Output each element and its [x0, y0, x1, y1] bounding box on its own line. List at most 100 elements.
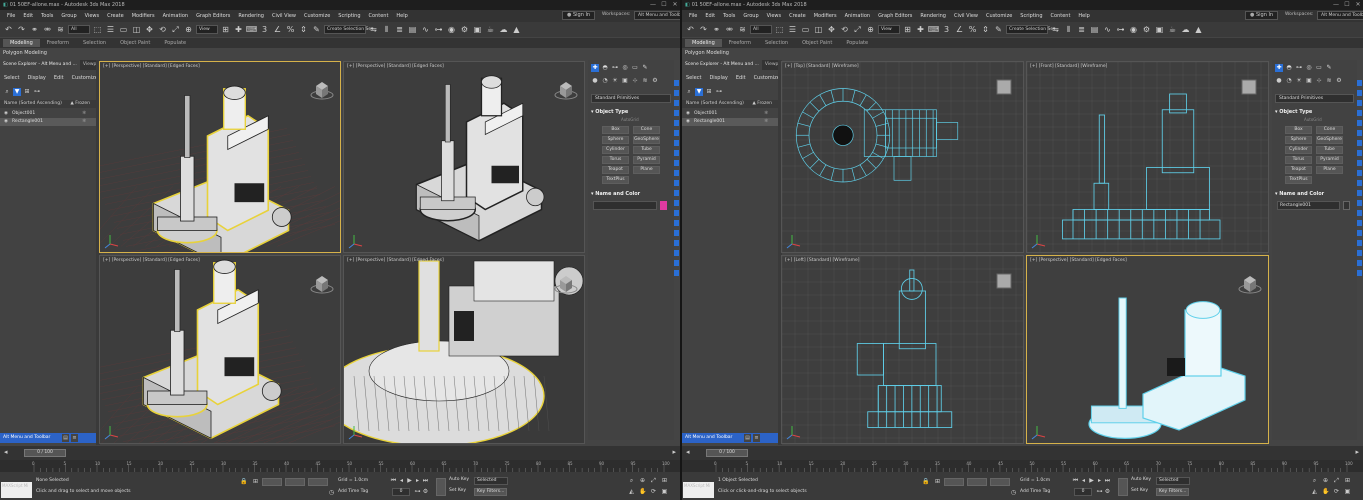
menu-graph-editors[interactable]: Graph Editors: [874, 13, 916, 19]
viewport-label[interactable]: [+] [Left] [Standard] [Wireframe]: [785, 258, 860, 263]
hierarchy-icon[interactable]: ⊶: [33, 88, 41, 96]
selection-filter-dropdown[interactable]: All: [750, 25, 772, 34]
time-slider-thumb[interactable]: 0 / 100: [706, 449, 748, 457]
snap-3d-icon[interactable]: 3: [941, 24, 952, 35]
name-and-color-rollout[interactable]: ▾ Name and Color: [591, 190, 640, 198]
explorer-list-icon[interactable]: ▤: [744, 434, 751, 442]
create-box-button[interactable]: Box: [602, 126, 629, 134]
helpers-icon[interactable]: ⊹: [631, 77, 639, 85]
y-coord-field[interactable]: [967, 478, 987, 486]
menu-tools[interactable]: Tools: [37, 13, 57, 19]
viewcube[interactable]: [996, 79, 1012, 95]
create-tab-icon[interactable]: ✚: [1275, 64, 1283, 72]
next-frame-icon[interactable]: ▸: [414, 477, 421, 484]
add-time-tag-label[interactable]: Add Time Tag: [1020, 489, 1050, 494]
create-plane-button[interactable]: Plane: [1316, 166, 1343, 174]
go-end-icon[interactable]: ⏭: [422, 477, 429, 484]
named-selection-dropdown[interactable]: Create Selection Se▾: [324, 25, 373, 34]
tab-scene-explorer[interactable]: Scene Explorer - Alt Menu and ...: [0, 60, 80, 70]
orbit-icon[interactable]: ⟳: [1333, 488, 1340, 495]
shapes-icon[interactable]: ◔: [1285, 77, 1293, 85]
create-sphere-button[interactable]: Sphere: [602, 136, 629, 144]
time-slider-prev-icon[interactable]: ◂: [4, 448, 8, 456]
close-button[interactable]: ✕: [1353, 0, 1363, 10]
hierarchy-tab-icon[interactable]: ⊶: [1295, 64, 1303, 72]
menu-file[interactable]: File: [685, 13, 701, 19]
explorer-row[interactable]: ◉ Rectangle001 ✻: [682, 118, 778, 126]
menu-graph-editors[interactable]: Graph Editors: [192, 13, 234, 19]
keyboard-shortcut-icon[interactable]: ⌨: [928, 24, 940, 35]
filter-icon[interactable]: ▼: [695, 87, 703, 96]
select-object-icon[interactable]: ⬚: [92, 24, 103, 35]
time-slider-next-icon[interactable]: ▸: [1355, 448, 1359, 456]
menu-modifiers[interactable]: Modifiers: [128, 13, 159, 19]
menu-scripting[interactable]: Scripting: [334, 13, 364, 19]
object-color-swatch[interactable]: [660, 201, 667, 210]
named-selection-dropdown[interactable]: Create Selection Se▾: [1006, 25, 1055, 34]
hierarchy-icon[interactable]: ⊶: [715, 88, 723, 96]
viewport-label[interactable]: [+] [Perspective] [Standard] [Edged Face…: [103, 64, 200, 69]
object-type-rollout[interactable]: ▾ Object Type: [1275, 108, 1312, 116]
percent-snap-icon[interactable]: %: [285, 24, 296, 35]
render-cloud-icon[interactable]: ☁: [1180, 24, 1191, 35]
helpers-icon[interactable]: ⊹: [1315, 77, 1323, 85]
menu-customize[interactable]: Customize: [300, 13, 334, 19]
create-teapot-button[interactable]: Teapot: [602, 166, 629, 174]
name-and-color-rollout[interactable]: ▾ Name and Color: [1275, 190, 1324, 198]
track-bar[interactable]: 0 5 10 15 20 25 30 35 40 45 50 55 60 65 70 75 80 85 90 95 10…: [0, 460, 680, 472]
viewport-1[interactable]: [+] [Top] [Standard] [Wireframe]: [781, 61, 1024, 253]
render-icon[interactable]: ☕: [1167, 24, 1178, 35]
explorer-menu-display[interactable]: Display: [705, 74, 731, 83]
rect-selection-icon[interactable]: ▭: [800, 24, 811, 35]
modify-tab-icon[interactable]: ◓: [1285, 64, 1293, 72]
bind-space-warp-icon[interactable]: ≋: [55, 24, 66, 35]
explorer-layer-icon[interactable]: ≡: [71, 434, 78, 442]
window-crossing-icon[interactable]: ◫: [813, 24, 824, 35]
motion-tab-icon[interactable]: ◎: [621, 64, 629, 72]
display-tab-icon[interactable]: ▭: [1315, 64, 1323, 72]
align-icon[interactable]: ⫴: [381, 24, 392, 35]
add-time-tag-label[interactable]: Add Time Tag: [338, 489, 368, 494]
visibility-eye-icon[interactable]: ◉: [4, 110, 12, 118]
x-coord-field[interactable]: [262, 478, 282, 486]
key-filters-button[interactable]: Key Filters...: [1156, 488, 1190, 496]
create-sphere-button[interactable]: Sphere: [1285, 136, 1312, 144]
workspace-dropdown[interactable]: Alt Menu and Toolbar: [1317, 11, 1363, 20]
render-icon[interactable]: ☕: [485, 24, 496, 35]
rendered-frame-icon[interactable]: ▣: [1154, 24, 1165, 35]
key-mode-icon[interactable]: ⊶: [1096, 488, 1103, 495]
zoom-extents-all-icon[interactable]: ⊞: [661, 477, 668, 484]
minimize-button[interactable]: —: [648, 0, 658, 10]
workspace-dropdown[interactable]: Alt Menu and Toolbar: [634, 11, 680, 20]
menu-group[interactable]: Group: [739, 13, 762, 19]
maxscript-listener[interactable]: MAXScript Mi: [1, 482, 32, 498]
freeze-snowflake-icon[interactable]: ✻: [82, 118, 86, 126]
freeze-snowflake-icon[interactable]: ✻: [82, 110, 86, 118]
time-config-icon[interactable]: ⚙: [1104, 488, 1111, 495]
create-pyramid-button[interactable]: Pyramid: [633, 156, 660, 164]
go-end-icon[interactable]: ⏭: [1104, 477, 1111, 484]
key-set-dropdown[interactable]: Selected: [474, 477, 508, 485]
set-key-button[interactable]: Set Key: [1131, 488, 1148, 493]
menu-modifiers[interactable]: Modifiers: [810, 13, 841, 19]
menu-create[interactable]: Create: [103, 13, 128, 19]
spinner-snap-icon[interactable]: ⇕: [298, 24, 309, 35]
select-move-icon[interactable]: ✥: [826, 24, 837, 35]
explorer-layer-icon[interactable]: ≡: [753, 434, 760, 442]
menu-file[interactable]: File: [3, 13, 19, 19]
layer-manager-icon[interactable]: ≣: [1076, 24, 1087, 35]
create-geosphere-button[interactable]: GeoSphere: [633, 136, 660, 144]
angle-snap-icon[interactable]: ∠: [272, 24, 283, 35]
current-frame-field[interactable]: 0: [392, 488, 410, 496]
menu-civil-view[interactable]: Civil View: [268, 13, 300, 19]
play-icon[interactable]: ▶: [1088, 477, 1095, 484]
create-torus-button[interactable]: Torus: [1285, 156, 1312, 164]
sign-in-button[interactable]: ● Sign In: [562, 11, 596, 20]
lights-icon[interactable]: ☀: [611, 77, 619, 85]
object-type-rollout[interactable]: ▾ Object Type: [591, 108, 628, 116]
time-slider[interactable]: ◂ 0 / 100 ▸: [0, 446, 680, 460]
viewport-label[interactable]: [+] [Front] [Standard] [Wireframe]: [1030, 64, 1107, 69]
render-cloud-icon[interactable]: ☁: [498, 24, 509, 35]
freeze-snowflake-icon[interactable]: ✻: [764, 110, 768, 118]
create-geosphere-button[interactable]: GeoSphere: [1316, 136, 1343, 144]
